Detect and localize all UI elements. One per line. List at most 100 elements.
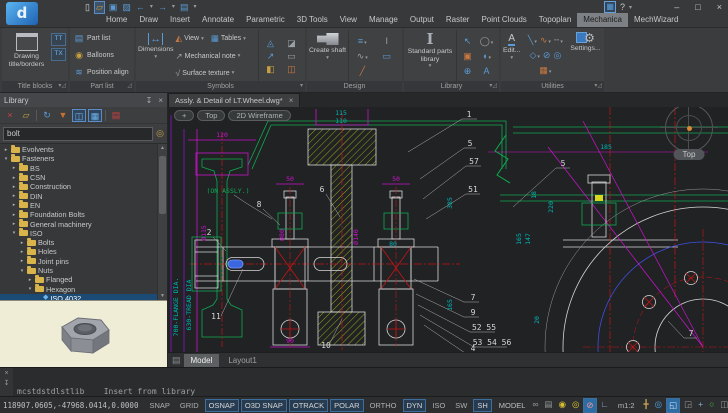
undo-dropdown[interactable]: ▾ [149, 2, 154, 13]
pan-icon[interactable]: ╋ [642, 398, 651, 413]
toggle-dyn[interactable]: DYN [403, 399, 427, 412]
tree-arrow-icon[interactable]: ▸ [11, 193, 17, 199]
group-footer-design[interactable]: Design [307, 81, 402, 92]
annotation-lock-icon[interactable]: ⊘ [583, 398, 596, 413]
toggle-snap[interactable]: SNAP [145, 399, 173, 412]
tree-item-nuts[interactable]: ▾Nuts [0, 266, 167, 275]
model-tab-model[interactable]: Model [184, 354, 220, 367]
redo-dropdown[interactable]: ▾ [171, 2, 176, 13]
sync-button[interactable]: ↻ [40, 109, 54, 122]
tree-item-fasteners[interactable]: ▾Fasteners [0, 154, 167, 163]
datum-symbol-icon[interactable]: ◬ [262, 37, 279, 49]
weld-symbol-icon[interactable]: ◪ [283, 37, 300, 49]
preview-toggle[interactable]: ▦ [88, 109, 102, 122]
undo-button[interactable]: ← [135, 2, 146, 13]
screw-connection-icon-dropdown[interactable]: ▾ [364, 40, 367, 46]
part-list-button[interactable]: ▤Part list [72, 32, 129, 45]
scrollbar-thumb[interactable] [159, 156, 166, 214]
group-footer-utilities[interactable]: Utilities▾◿ [501, 81, 604, 92]
pin-icon[interactable]: I [377, 35, 397, 49]
ucs-icon[interactable]: ∟ [599, 398, 611, 413]
search-input[interactable] [3, 127, 153, 141]
tab-view[interactable]: View [334, 13, 363, 27]
scroll-up-icon[interactable]: ▲ [158, 145, 167, 151]
minimize-button[interactable]: – [674, 2, 679, 12]
add-folder-button[interactable]: ▱ [19, 109, 33, 122]
annotation-scale[interactable]: m1:2 [618, 401, 635, 410]
shaft-end-icon-dropdown[interactable]: ▾ [488, 55, 491, 61]
group-footer-part-list[interactable]: Part list◿ [70, 81, 134, 92]
symbol-diamond-icon-dropdown[interactable]: ▾ [537, 54, 540, 60]
toggle-ortho[interactable]: ORTHO [366, 399, 401, 412]
annotation-visibility-icon[interactable]: ◉ [557, 398, 568, 413]
tab-annotate[interactable]: Annotate [196, 13, 240, 27]
qat-overflow-button[interactable]: ▾ [192, 2, 197, 13]
zoom-previous-icon[interactable]: ◲ [682, 398, 694, 413]
group-footer-library[interactable]: Library▾◿ [404, 81, 499, 92]
thumbnails-toggle[interactable]: ◫ [72, 109, 86, 122]
text-tx-button[interactable]: TX [51, 48, 66, 61]
tree-item-construction[interactable]: ▸Construction [0, 182, 167, 191]
layer-colors-icon[interactable]: ▦▾ [539, 64, 551, 78]
tree-item-din[interactable]: ▸DIN [0, 191, 167, 200]
viewport-view-control[interactable]: Top [197, 110, 225, 121]
tables-button-dropdown[interactable]: ▾ [243, 36, 246, 42]
tree-item-iso-4032[interactable]: ◆ISO 4032 [0, 294, 167, 300]
screw-calculation-icon[interactable]: ⊕ [460, 65, 475, 77]
leader-symbol-icon[interactable]: ↗ [262, 50, 279, 62]
shaft-end-icon[interactable]: ◖▾ [479, 50, 494, 64]
tree-arrow-icon[interactable]: ▾ [3, 156, 9, 162]
spring-icon-dropdown[interactable]: ▾ [365, 55, 368, 61]
tree-item-evolvents[interactable]: ▸Evolvents [0, 145, 167, 154]
scroll-down-icon[interactable]: ▼ [158, 293, 167, 299]
close-cli-icon[interactable]: × [4, 370, 8, 377]
tree-arrow-icon[interactable]: ▸ [11, 165, 17, 171]
layer-colors-icon-dropdown[interactable]: ▾ [549, 69, 552, 75]
mechanical-note-button-dropdown[interactable]: ▾ [238, 53, 241, 59]
symbol-diamond-icon[interactable]: ◇▾ [529, 49, 539, 63]
tree-item-hexagon[interactable]: ▾Hexagon [0, 284, 167, 293]
redo-button[interactable]: → [157, 2, 168, 13]
tab-manage[interactable]: Manage [363, 13, 404, 27]
tree-item-joint-pins[interactable]: ▸Joint pins [0, 257, 167, 266]
tree-scrollbar[interactable]: ▲ ▼ [157, 144, 167, 300]
toggle-sw[interactable]: SW [451, 399, 471, 412]
part-preview[interactable] [0, 300, 167, 367]
zoom-realtime-icon[interactable]: ◎ [653, 398, 664, 413]
link-icon[interactable]: ∞ [530, 398, 540, 413]
search-icon[interactable]: ◎ [156, 128, 164, 139]
toggle-o3d-snap[interactable]: O3D SNAP [241, 399, 287, 412]
orbit-icon[interactable]: ○ [707, 398, 716, 413]
magnify-detail-icon[interactable]: ◎ [553, 49, 561, 63]
close-document-icon[interactable]: × [289, 95, 294, 107]
tables-button[interactable]: ▦Tables▾ [211, 33, 246, 44]
close-panel-icon[interactable]: × [158, 96, 163, 105]
plot-button[interactable]: ▤ [179, 2, 190, 13]
tree-arrow-icon[interactable]: ▾ [19, 268, 25, 274]
filter-button[interactable]: ▼ [56, 109, 70, 122]
edit-button[interactable]: A Edit... ▾ [503, 30, 520, 81]
compass-label[interactable]: Top [674, 149, 705, 160]
spline-icon-dropdown[interactable]: ▾ [548, 39, 551, 45]
select-part-icon[interactable]: ↖ [460, 35, 475, 49]
save-as-button[interactable]: ▨ [121, 2, 132, 13]
tab-parametric[interactable]: Parametric [240, 13, 291, 27]
pin-icon[interactable]: ↧ [146, 96, 153, 105]
chamfer-icon-dropdown[interactable]: ▾ [534, 39, 537, 45]
tree-item-general-machinery[interactable]: ▸General machinery [0, 219, 167, 228]
toggle-sh[interactable]: SH [473, 399, 491, 412]
tab-mechanica[interactable]: Mechanica [577, 13, 628, 27]
view-compass[interactable]: Top [660, 107, 718, 157]
tab-raster[interactable]: Raster [440, 13, 476, 27]
frame-icon[interactable]: ▭ [377, 50, 397, 64]
viewports-icon[interactable]: ◫ [718, 398, 728, 413]
create-shaft-button[interactable]: Create shaft ▾ [309, 30, 346, 81]
surface-texture-button[interactable]: √Surface texture▾ [176, 68, 235, 78]
help-dropdown-icon[interactable]: ▾ [629, 4, 632, 11]
hidden-lines-icon-dropdown[interactable]: ▾ [560, 39, 563, 45]
spring-icon[interactable]: ∿▾ [352, 50, 372, 64]
delete-button[interactable]: × [3, 109, 17, 122]
tree-arrow-icon[interactable]: ▸ [11, 184, 17, 190]
save-button[interactable]: ▣ [108, 2, 119, 13]
toolbar-panel-icon[interactable]: ▦ [604, 1, 616, 13]
